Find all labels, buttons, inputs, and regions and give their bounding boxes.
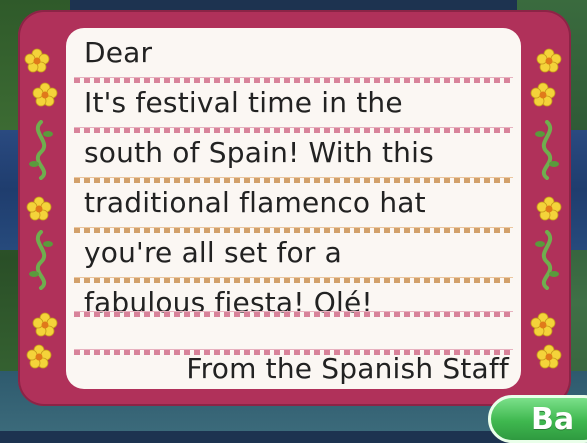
flower-icon (530, 312, 556, 337)
vine-icon (535, 120, 559, 180)
flower-icon (32, 312, 58, 337)
flower-icon (530, 82, 556, 107)
line-divider (74, 277, 513, 283)
letter-line: traditional flamenco hat (66, 184, 521, 228)
flower-icon (536, 344, 562, 369)
letter-line: south of Spain! With this (66, 134, 521, 178)
letter-signature: From the Spanish Staff (186, 352, 509, 385)
vine-icon (29, 120, 53, 180)
back-button-label: Ba (531, 402, 575, 437)
letter-body-line: south of Spain! With this (84, 136, 434, 169)
line-divider (74, 177, 513, 183)
letter-line: you're all set for a (66, 234, 521, 278)
letter-line: Dear (66, 34, 521, 78)
flower-icon (24, 48, 50, 73)
letter-line: It's festival time in the (66, 84, 521, 128)
flower-icon (26, 196, 52, 221)
flower-icon (26, 344, 52, 369)
letter-body-line: traditional flamenco hat (84, 186, 426, 219)
line-divider (74, 127, 513, 133)
flower-icon (32, 82, 58, 107)
line-divider (74, 77, 513, 83)
back-button[interactable]: Ba (488, 395, 587, 443)
letter-body-line: you're all set for a (84, 236, 343, 269)
flower-icon (536, 48, 562, 73)
line-divider (74, 227, 513, 233)
flower-icon (536, 196, 562, 221)
letter-body-line: It's festival time in the (84, 86, 403, 119)
letter-line: From the Spanish Staff (66, 350, 521, 394)
vine-icon (29, 230, 53, 290)
vine-icon (535, 230, 559, 290)
letter-greeting: Dear (84, 36, 153, 69)
line-divider (74, 311, 513, 317)
letter-paper: Dear It's festival time in the south of … (66, 28, 521, 389)
letter-stationery: Dear It's festival time in the south of … (18, 10, 571, 406)
